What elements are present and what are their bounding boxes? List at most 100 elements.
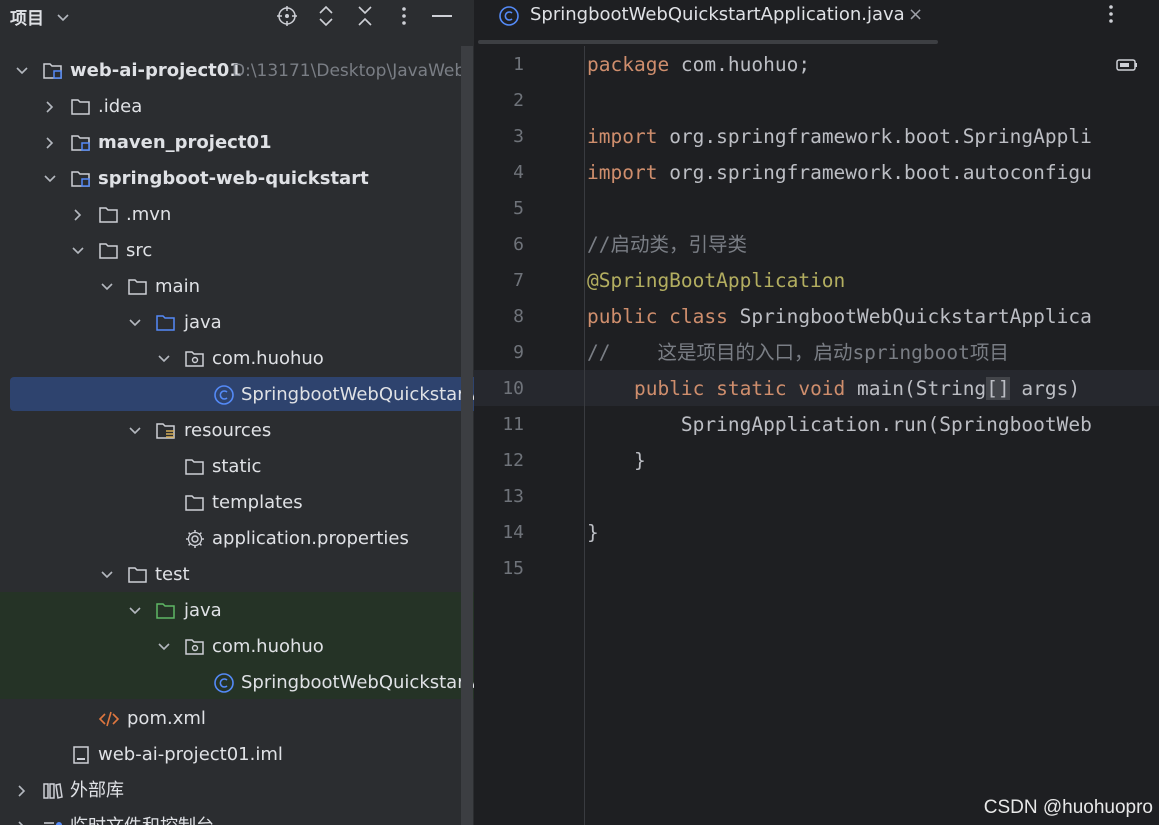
folder-icon [98, 240, 120, 262]
line-number: 10 [502, 378, 524, 399]
bracket-match: [] [986, 377, 1010, 400]
tree-item-scratches[interactable]: 临时文件和控制台 [0, 809, 474, 825]
source-folder-icon [155, 312, 177, 334]
tree-item-label: main [155, 276, 200, 297]
keyword: public class [587, 305, 728, 328]
module-folder-icon [70, 168, 92, 190]
line-number: 12 [502, 450, 524, 471]
library-icon [42, 780, 64, 802]
chevron-right-icon[interactable] [70, 207, 86, 223]
locate-icon[interactable] [275, 4, 299, 28]
tree-item-static[interactable]: static [0, 449, 474, 485]
tree-item-main-class[interactable]: SpringbootWebQuickstartApplication [0, 377, 474, 413]
expand-all-icon[interactable] [314, 4, 338, 28]
code-text: org.springframework.boot.SpringAppli [657, 125, 1092, 148]
more-options-icon[interactable] [1108, 4, 1114, 29]
line-number: 15 [502, 558, 524, 579]
chevron-down-icon[interactable] [156, 639, 172, 655]
hide-panel-icon[interactable] [430, 4, 454, 28]
chevron-down-icon[interactable] [127, 603, 143, 619]
tree-item-main[interactable]: main [0, 269, 474, 305]
code-text: SpringbootWebQuickstartApplica [727, 305, 1092, 328]
tree-item-label: templates [212, 492, 303, 513]
line-number: 1 [513, 54, 524, 75]
tree-item-package-main[interactable]: com.huohuo [0, 341, 474, 377]
tree-item-label: com.huohuo [212, 348, 324, 369]
tree-item-java-test[interactable]: java [0, 593, 474, 629]
tree-item-label: .idea [98, 96, 143, 117]
tree-item-label: application.properties [212, 528, 409, 549]
code-line-1: package com.huohuo; [587, 47, 810, 83]
panel-title[interactable]: 项目 [10, 4, 44, 29]
chevron-down-icon[interactable] [99, 567, 115, 583]
tree-item-label: .mvn [126, 204, 172, 225]
tree-item-label: SpringbootWebQuickstartApplication [241, 384, 474, 405]
java-class-icon [213, 672, 235, 694]
chevron-down-icon[interactable] [14, 63, 30, 79]
tree-item-label: SpringbootWebQuickstartA [241, 672, 474, 693]
tree-item-web-ai-project01[interactable]: web-ai-project01 D:\13171\Desktop\JavaWe… [0, 53, 474, 89]
chevron-down-icon[interactable] [156, 351, 172, 367]
code-line-8: public class SpringbootWebQuickstartAppl… [587, 299, 1092, 335]
tree-item-label: src [126, 240, 153, 261]
folder-icon [184, 456, 206, 478]
code-line-14: } [587, 521, 599, 544]
tree-item-pom-xml[interactable]: pom.xml [0, 701, 474, 737]
chevron-down-icon[interactable] [127, 423, 143, 439]
line-number: 9 [513, 342, 524, 363]
tree-item-external-libraries[interactable]: 外部库 [0, 773, 474, 809]
keyword: import [587, 161, 658, 184]
watermark: CSDN @huohuopro [983, 797, 1153, 818]
line-number: 14 [502, 522, 524, 543]
tree-item-idea[interactable]: .idea [0, 89, 474, 125]
tree-item-java-main[interactable]: java [0, 305, 474, 341]
chevron-down-icon[interactable] [56, 9, 70, 30]
chevron-down-icon[interactable] [99, 279, 115, 295]
chevron-right-icon[interactable] [42, 99, 58, 115]
tree-item-test[interactable]: test [0, 557, 474, 593]
folder-icon [127, 564, 149, 586]
tree-item-resources[interactable]: resources [0, 413, 474, 449]
project-panel-header: 项目 [0, 0, 474, 34]
chevron-down-icon[interactable] [127, 315, 143, 331]
folder-icon [127, 276, 149, 298]
line-number: 8 [513, 306, 524, 327]
tree-item-label: java [184, 312, 222, 333]
tree-item-templates[interactable]: templates [0, 485, 474, 521]
tree-item-src[interactable]: src [0, 233, 474, 269]
chevron-down-icon[interactable] [70, 243, 86, 259]
tree-scrollbar[interactable] [461, 46, 473, 825]
chevron-right-icon[interactable] [14, 783, 30, 799]
chevron-down-icon[interactable] [42, 171, 58, 187]
folder-icon [70, 96, 92, 118]
chevron-right-icon[interactable] [14, 819, 30, 825]
tree-item-mvn[interactable]: .mvn [0, 197, 474, 233]
more-options-icon[interactable] [392, 4, 416, 28]
tree-item-maven-project01[interactable]: maven_project01 [0, 125, 474, 161]
editor-tab-bar: SpringbootWebQuickstartApplication.java … [474, 0, 1159, 46]
line-number: 2 [513, 90, 524, 111]
tree-item-label: springboot-web-quickstart [98, 168, 369, 189]
line-number: 7 [513, 270, 524, 291]
reader-mode-icon[interactable] [1116, 56, 1138, 77]
folder-icon [184, 492, 206, 514]
tree-item-iml[interactable]: web-ai-project01.iml [0, 737, 474, 773]
tree-item-label: static [212, 456, 262, 477]
collapse-all-icon[interactable] [353, 4, 377, 28]
code-line-6: //启动类，引导类 [587, 233, 747, 256]
tab-title: SpringbootWebQuickstartApplication.java [530, 4, 905, 25]
package-icon [184, 636, 206, 658]
java-class-icon [213, 384, 235, 406]
code-text: com.huohuo; [669, 53, 811, 76]
close-icon[interactable]: × [908, 4, 923, 25]
tree-item-package-test[interactable]: com.huohuo [0, 629, 474, 665]
code-line-3: import org.springframework.boot.SpringAp… [587, 119, 1092, 155]
chevron-right-icon[interactable] [42, 135, 58, 151]
tree-item-application-properties[interactable]: application.properties [0, 521, 474, 557]
tree-item-springboot-web-quickstart[interactable]: springboot-web-quickstart [0, 161, 474, 197]
active-tab-indicator [478, 40, 938, 44]
module-folder-icon [70, 132, 92, 154]
tree-item-test-class[interactable]: SpringbootWebQuickstartA [0, 665, 474, 701]
keyword: package [587, 53, 670, 76]
